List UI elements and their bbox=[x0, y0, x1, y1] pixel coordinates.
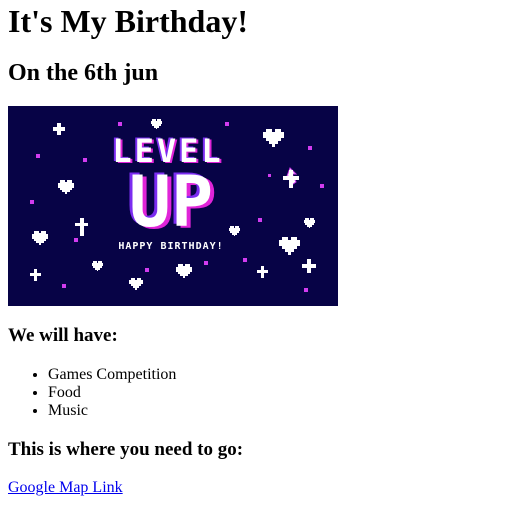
list-item: Music bbox=[48, 402, 176, 420]
happy-birthday-text-art: HAPPY BIRTHDAY! bbox=[118, 241, 223, 252]
svg-text:UP: UP bbox=[129, 161, 213, 243]
have-heading: We will have: bbox=[8, 325, 118, 346]
activities-list: Games Competition Food Music bbox=[48, 366, 176, 420]
list-item: Games Competition bbox=[48, 366, 176, 384]
page-subtitle: On the 6th jun bbox=[8, 60, 159, 86]
list-item: Food bbox=[48, 384, 176, 402]
google-map-link[interactable]: Google Map Link bbox=[8, 478, 123, 498]
level-up-banner-image: LEVEL LEVEL LEVEL UP UP UP HAPPY BIRTHDA… bbox=[8, 106, 338, 306]
up-text-art: UP UP UP bbox=[126, 159, 217, 245]
page-title: It's My Birthday! bbox=[8, 3, 248, 39]
directions-heading: This is where you need to go: bbox=[8, 439, 244, 460]
